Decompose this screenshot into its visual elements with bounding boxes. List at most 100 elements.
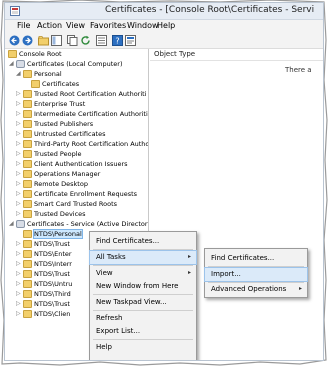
help-icon[interactable]: ? [112, 35, 123, 46]
ctx-find-certificates[interactable]: Find Certificates... [90, 235, 196, 248]
menu-separator [93, 265, 193, 266]
expand-arrow-icon[interactable]: ▷ [16, 280, 22, 288]
context-menu: Find Certificates... All Tasks ▸ View ▸ … [89, 231, 197, 360]
submenu-arrow-icon: ▸ [187, 269, 191, 276]
folder-icon [23, 250, 32, 258]
empty-list-message: There a [285, 66, 312, 74]
refresh-icon[interactable] [80, 35, 91, 46]
tree-node-untrusted-certificates[interactable]: ▷ Untrusted Certificates [5, 129, 148, 139]
folder-icon [23, 140, 32, 148]
menu-file[interactable]: File [17, 21, 30, 30]
ctx-all-tasks[interactable]: All Tasks ▸ [89, 250, 197, 265]
expand-arrow-icon[interactable]: ▷ [16, 210, 22, 218]
submenu-advanced-operations[interactable]: Advanced Operations ▸ [205, 283, 307, 296]
certificate-store-icon [16, 60, 25, 68]
expand-arrow-icon[interactable]: ▷ [16, 120, 22, 128]
certificate-store-icon [16, 220, 25, 228]
expand-arrow-icon[interactable]: ▷ [16, 110, 22, 118]
expand-arrow-icon[interactable]: ▷ [16, 170, 22, 178]
folder-icon [23, 280, 32, 288]
folder-icon [23, 120, 32, 128]
submenu-find-certificates[interactable]: Find Certificates... [205, 252, 307, 265]
folder-icon [23, 190, 32, 198]
ctx-new-taskpad[interactable]: New Taskpad View... [90, 296, 196, 309]
expand-arrow-icon[interactable]: ▷ [16, 270, 22, 278]
folder-icon [23, 270, 32, 278]
menu-favorites[interactable]: Favorites [90, 21, 126, 30]
folder-icon [23, 290, 32, 298]
tree-node-service-certificates[interactable]: ◢ Certificates - Service (Active Directo… [5, 219, 148, 229]
ctx-help[interactable]: Help [90, 341, 196, 354]
menu-bar: File Action View Favorites Window Help [5, 20, 323, 34]
menu-view[interactable]: View [66, 21, 85, 30]
properties-icon[interactable] [125, 35, 136, 46]
tree-node-remote-desktop[interactable]: ▷ Remote Desktop [5, 179, 148, 189]
window-title: Certificates - [Console Root\Certificate… [105, 5, 315, 15]
show-hide-tree-icon[interactable] [51, 35, 62, 46]
menu-help[interactable]: Help [157, 21, 175, 30]
title-bar: Certificates - [Console Root\Certificate… [5, 3, 323, 20]
tree-node-smart-card-roots[interactable]: ▷ Smart Card Trusted Roots [5, 199, 148, 209]
tree-node-trusted-publishers[interactable]: ▷ Trusted Publishers [5, 119, 148, 129]
ctx-export-list[interactable]: Export List... [90, 325, 196, 338]
folder-icon [23, 150, 32, 158]
expand-arrow-icon[interactable]: ▷ [16, 130, 22, 138]
up-folder-icon[interactable] [38, 35, 49, 46]
tree-node-certificates[interactable]: Certificates [5, 79, 148, 89]
tree-node-trusted-people[interactable]: ▷ Trusted People [5, 149, 148, 159]
expand-arrow-icon[interactable]: ▷ [16, 240, 22, 248]
column-header-object-type[interactable]: Object Type [150, 49, 323, 61]
folder-icon [23, 160, 32, 168]
expand-arrow-icon[interactable]: ▷ [16, 160, 22, 168]
folder-icon [23, 130, 32, 138]
expand-arrow-icon[interactable]: ▷ [16, 200, 22, 208]
collapse-arrow-icon[interactable]: ◢ [16, 70, 22, 78]
expand-arrow-icon[interactable]: ▷ [16, 90, 22, 98]
tree-node-personal[interactable]: ◢ Personal [5, 69, 148, 79]
folder-icon [23, 300, 32, 308]
tree-node-console-root[interactable]: Console Root [5, 49, 148, 59]
expand-arrow-icon[interactable]: ▷ [16, 180, 22, 188]
expand-arrow-icon[interactable]: ▷ [16, 290, 22, 298]
menu-action[interactable]: Action [37, 21, 62, 30]
expand-arrow-icon[interactable]: ▷ [16, 150, 22, 158]
tree-node-third-party-root[interactable]: ▷ Third-Party Root Certification Autho [5, 139, 148, 149]
mmc-window: Certificates - [Console Root\Certificate… [4, 2, 324, 361]
menu-separator [93, 294, 193, 295]
tree-node-enrollment-requests[interactable]: ▷ Certificate Enrollment Requests [5, 189, 148, 199]
forward-arrow-icon[interactable] [22, 35, 33, 46]
expand-arrow-icon[interactable]: ▷ [16, 140, 22, 148]
folder-icon [23, 200, 32, 208]
collapse-arrow-icon[interactable]: ◢ [9, 220, 15, 228]
ctx-refresh[interactable]: Refresh [90, 312, 196, 325]
expand-arrow-icon[interactable]: ▷ [16, 260, 22, 268]
expand-arrow-icon[interactable]: ▷ [16, 100, 22, 108]
menu-separator [208, 266, 304, 267]
tree-node-client-auth-issuers[interactable]: ▷ Client Authentication Issuers [5, 159, 148, 169]
expand-arrow-icon[interactable]: ▷ [16, 310, 22, 318]
back-arrow-icon[interactable] [9, 35, 20, 46]
tree-node-trusted-devices[interactable]: ▷ Trusted Devices [5, 209, 148, 219]
submenu-arrow-icon: ▸ [298, 285, 302, 292]
submenu-import[interactable]: Import... [204, 267, 308, 282]
export-list-icon[interactable] [96, 35, 107, 46]
submenu-arrow-icon: ▸ [187, 253, 191, 260]
tree-node-intermediate-ca[interactable]: ▷ Intermediate Certification Authoriti [5, 109, 148, 119]
folder-icon [23, 90, 32, 98]
expand-arrow-icon[interactable]: ▷ [16, 250, 22, 258]
expand-arrow-icon[interactable]: ▷ [16, 300, 22, 308]
folder-icon [23, 100, 32, 108]
expand-arrow-icon[interactable]: ▷ [16, 190, 22, 198]
menu-window[interactable]: Window [127, 21, 159, 30]
folder-icon [23, 110, 32, 118]
folder-icon [8, 50, 17, 58]
copy-icon[interactable] [67, 35, 78, 46]
tree-node-trusted-root[interactable]: ▷ Trusted Root Certification Authoriti [5, 89, 148, 99]
ctx-new-window[interactable]: New Window from Here [90, 280, 196, 293]
ctx-view[interactable]: View ▸ [90, 267, 196, 280]
tree-node-enterprise-trust[interactable]: ▷ Enterprise Trust [5, 99, 148, 109]
collapse-arrow-icon[interactable]: ◢ [9, 60, 15, 68]
tree-node-operations-manager[interactable]: ▷ Operations Manager [5, 169, 148, 179]
folder-icon [23, 310, 32, 318]
tree-node-local-computer[interactable]: ◢ Certificates (Local Computer) [5, 59, 148, 69]
